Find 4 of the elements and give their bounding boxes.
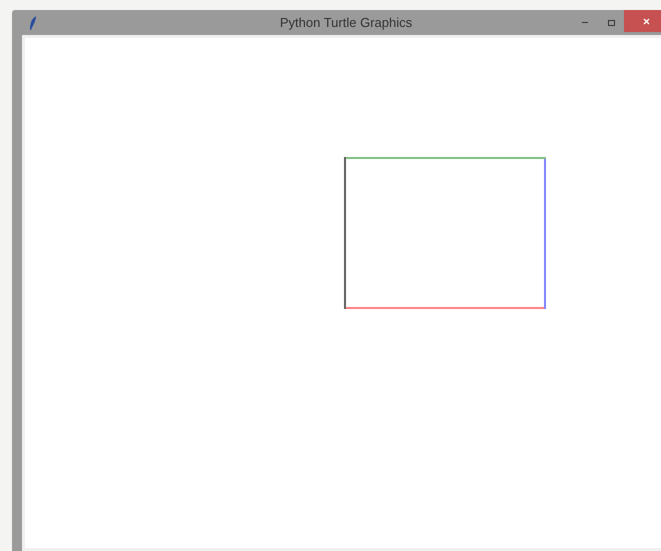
- close-icon: [642, 18, 650, 24]
- window-title: Python Turtle Graphics: [278, 14, 414, 32]
- feather-icon: [28, 14, 38, 30]
- close-button[interactable]: [624, 10, 661, 32]
